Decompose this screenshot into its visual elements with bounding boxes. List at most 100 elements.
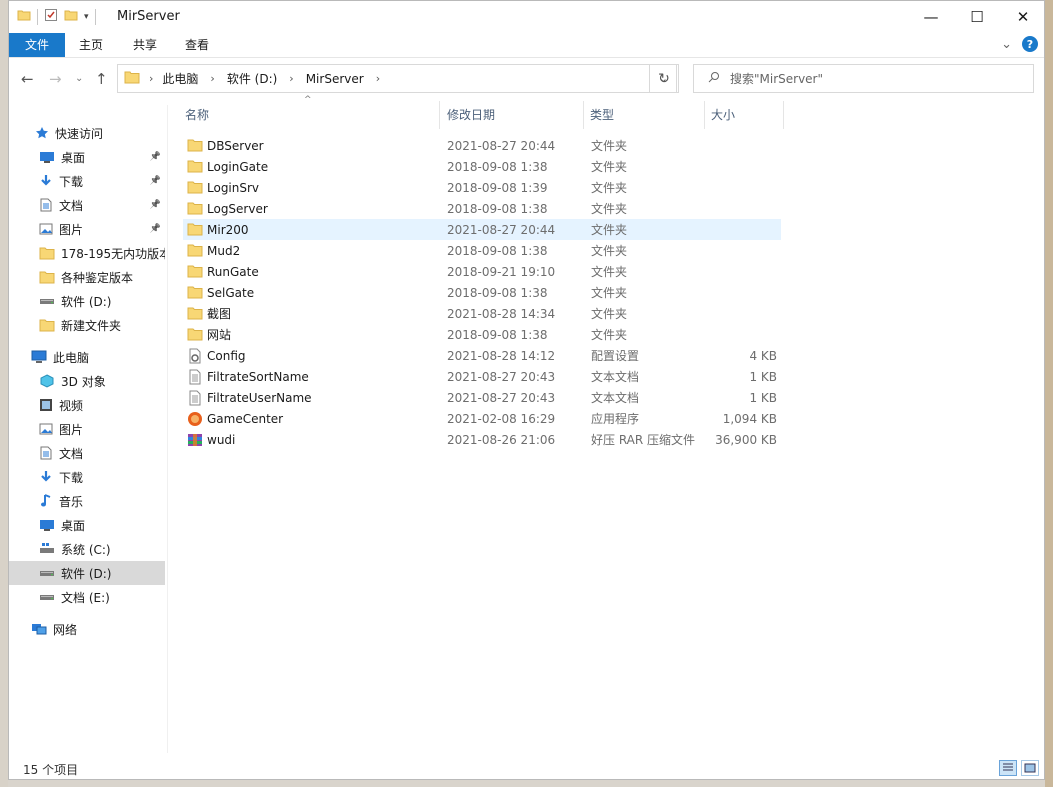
breadcrumb-separator-icon[interactable]: ›	[149, 72, 153, 85]
file-row[interactable]: GameCenter 2021-02-08 16:29 应用程序 1,094 KB	[183, 408, 781, 429]
file-size: 36,900 KB	[715, 432, 777, 447]
address-bar[interactable]: › 此电脑 › 软件 (D:) › MirServer › ⌄	[117, 64, 677, 93]
sidebar-item[interactable]: 视频	[9, 393, 165, 417]
column-divider[interactable]	[783, 101, 784, 129]
drive-icon	[39, 590, 55, 604]
column-header-type[interactable]: 类型	[590, 101, 708, 129]
sidebar-item[interactable]: 桌面 📌	[9, 145, 165, 169]
file-row[interactable]: 网站 2018-09-08 1:38 文件夹	[183, 324, 781, 345]
file-row[interactable]: LoginGate 2018-09-08 1:38 文件夹	[183, 156, 781, 177]
file-row[interactable]: FiltrateUserName 2021-08-27 20:43 文本文档 1 KB	[183, 387, 781, 408]
back-button[interactable]: ←	[21, 70, 34, 88]
file-row[interactable]: FiltrateSortName 2021-08-27 20:43 文本文档 1 KB	[183, 366, 781, 387]
sidebar-item[interactable]: 下载	[9, 465, 165, 489]
sidebar-item-label: 网络	[53, 622, 78, 637]
sidebar-item[interactable]: 软件 (D:)	[9, 561, 165, 585]
sidebar-item[interactable]: 文档 📌	[9, 193, 165, 217]
ribbon-controls: ⌄ ?	[1001, 36, 1038, 52]
column-divider[interactable]	[583, 101, 584, 129]
network-icon	[31, 622, 47, 636]
sidebar-item[interactable]: 3D 对象	[9, 369, 165, 393]
file-row[interactable]: LogServer 2018-09-08 1:38 文件夹	[183, 198, 781, 219]
breadcrumb-separator-icon[interactable]: ›	[289, 72, 293, 85]
breadcrumb-separator-icon[interactable]: ›	[376, 72, 380, 85]
column-header-date[interactable]: 修改日期	[447, 101, 585, 129]
column-divider[interactable]	[439, 101, 440, 129]
maximize-button[interactable]: ☐	[954, 1, 1000, 33]
file-size: 4 KB	[749, 348, 777, 363]
file-row[interactable]: Mud2 2018-09-08 1:38 文件夹	[183, 240, 781, 261]
navigation-pane: 快速访问 桌面 📌 下载 📌 文档 📌 图片 📌 178-195无内功版本 各种鉴定版本 软件 (D:…	[9, 105, 168, 753]
file-row[interactable]: SelGate 2018-09-08 1:38 文件夹	[183, 282, 781, 303]
file-explorer-window: ▾ MirServer — ☐ ✕ 文件 主页 共享 查看 ⌄ ? ← → ⌄ …	[8, 0, 1045, 780]
search-box[interactable]: 搜索"MirServer"	[693, 64, 1034, 93]
sidebar-item[interactable]: 软件 (D:)	[9, 289, 165, 313]
sidebar-item[interactable]: 音乐	[9, 489, 165, 513]
sidebar-item[interactable]: 网络	[9, 617, 165, 641]
tab-view[interactable]: 查看	[175, 33, 219, 57]
sidebar-item-label: 文档	[59, 198, 84, 213]
file-date: 2021-08-27 20:44	[447, 138, 556, 153]
close-button[interactable]: ✕	[1000, 1, 1046, 33]
tab-file[interactable]: 文件	[9, 33, 65, 57]
sidebar-item[interactable]: 新建文件夹	[9, 313, 165, 337]
folder-icon	[187, 201, 203, 216]
column-divider[interactable]	[704, 101, 705, 129]
breadcrumb-separator-icon[interactable]: ›	[210, 72, 214, 85]
file-row[interactable]: 截图 2021-08-28 14:34 文件夹	[183, 303, 781, 324]
help-icon[interactable]: ?	[1022, 36, 1038, 52]
file-type: 好压 RAR 压缩文件	[591, 433, 696, 447]
sidebar-item[interactable]: 文档 (E:)	[9, 585, 165, 609]
sidebar-item[interactable]: 下载 📌	[9, 169, 165, 193]
customize-toolbar-icon[interactable]: ▾	[84, 12, 89, 22]
file-type: 文件夹	[591, 139, 628, 153]
column-header-name[interactable]: 名称	[185, 101, 445, 129]
file-row[interactable]: LoginSrv 2018-09-08 1:39 文件夹	[183, 177, 781, 198]
sidebar-item[interactable]: 各种鉴定版本	[9, 265, 165, 289]
sidebar-item[interactable]: 图片	[9, 417, 165, 441]
file-date: 2021-08-27 20:43	[447, 369, 556, 384]
new-folder-icon[interactable]	[64, 8, 78, 25]
search-input[interactable]: 搜索"MirServer"	[730, 70, 823, 87]
minimize-button[interactable]: —	[908, 1, 954, 33]
large-icons-view-button[interactable]	[1021, 760, 1039, 776]
file-date: 2021-08-26 21:06	[447, 432, 556, 447]
quick-access-toolbar: ▾	[17, 8, 96, 25]
recent-locations-button[interactable]: ⌄	[75, 73, 83, 84]
forward-button[interactable]: →	[49, 70, 62, 88]
sidebar-item[interactable]: 系统 (C:)	[9, 537, 165, 561]
tab-home[interactable]: 主页	[69, 33, 113, 57]
sidebar-item[interactable]: 快速访问	[9, 121, 165, 145]
sidebar-item[interactable]: 图片 📌	[9, 217, 165, 241]
file-row[interactable]: wudi 2021-08-26 21:06 好压 RAR 压缩文件 36,900 KB	[183, 429, 781, 450]
folder-icon	[187, 222, 203, 237]
up-button[interactable]: ↑	[95, 70, 108, 88]
sidebar-item-label: 桌面	[61, 150, 86, 165]
column-header-size[interactable]: 大小	[711, 101, 781, 129]
file-name: Mir200	[207, 222, 249, 237]
sidebar-item[interactable]: 桌面	[9, 513, 165, 537]
folder-icon	[39, 246, 55, 261]
sidebar-item[interactable]: 178-195无内功版本	[9, 241, 165, 265]
breadcrumb-mirserver[interactable]: MirServer	[306, 72, 364, 86]
refresh-button[interactable]: ↻	[649, 64, 679, 93]
breadcrumb-drive-d[interactable]: 软件 (D:)	[227, 70, 277, 87]
details-view-button[interactable]	[999, 760, 1017, 776]
file-row[interactable]: RunGate 2018-09-21 19:10 文件夹	[183, 261, 781, 282]
folder-icon	[124, 69, 140, 88]
expand-ribbon-icon[interactable]: ⌄	[1001, 37, 1012, 52]
file-type: 文件夹	[591, 244, 628, 258]
sidebar-item[interactable]: 此电脑	[9, 345, 165, 369]
file-row[interactable]: DBServer 2021-08-27 20:44 文件夹	[183, 135, 781, 156]
column-headers: ^ 名称 修改日期 类型 大小	[177, 95, 797, 129]
properties-icon[interactable]	[44, 8, 58, 25]
file-row[interactable]: Config 2021-08-28 14:12 配置设置 4 KB	[183, 345, 781, 366]
tab-share[interactable]: 共享	[123, 33, 167, 57]
desktop-background-left	[0, 0, 8, 787]
sidebar-item[interactable]: 文档	[9, 441, 165, 465]
navigation-bar: ← → ⌄ ↑ › 此电脑 › 软件 (D:) › MirServer › ⌄ …	[9, 58, 1044, 98]
breadcrumb-this-pc[interactable]: 此电脑	[162, 70, 198, 87]
download-icon	[39, 470, 53, 484]
file-row[interactable]: Mir200 2021-08-27 20:44 文件夹	[183, 219, 781, 240]
drive-icon	[39, 566, 55, 580]
